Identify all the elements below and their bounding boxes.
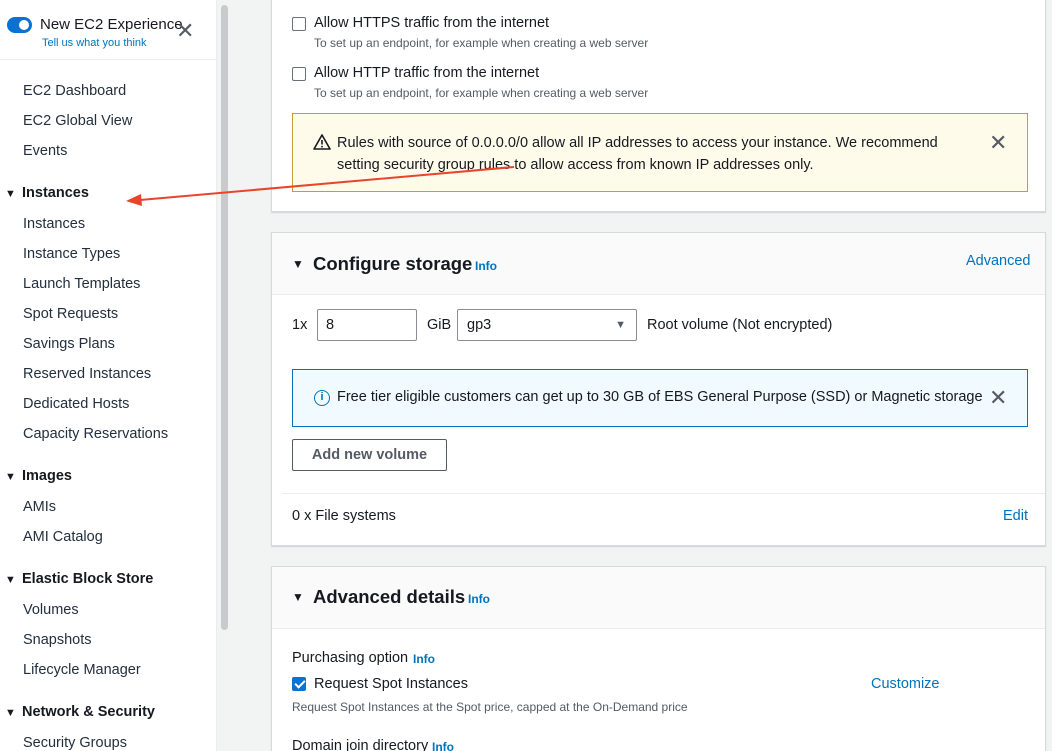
sidebar-item-events[interactable]: Events [23, 143, 67, 159]
allow-http-label: Allow HTTP traffic from the internet [314, 65, 540, 81]
sidebar-section-label: Images [22, 468, 72, 484]
caret-down-icon: ▼ [5, 471, 16, 483]
request-spot-checkbox[interactable] [292, 677, 306, 691]
domain-join-label: Domain join directory [292, 738, 429, 751]
advanced-details-title: Advanced details [313, 586, 466, 607]
allow-https-label: Allow HTTPS traffic from the internet [314, 15, 550, 31]
sidebar-section-label: Elastic Block Store [22, 571, 154, 587]
sidebar-nav: New EC2 Experience Tell us what you thin… [0, 0, 217, 751]
feedback-link[interactable]: Tell us what you think [42, 37, 147, 49]
caret-down-icon: ▼ [615, 319, 626, 331]
request-spot-label: Request Spot Instances [314, 676, 468, 692]
purchasing-option-label: Purchasing option [292, 650, 409, 666]
sidebar-item-security-groups[interactable]: Security Groups [23, 735, 127, 751]
storage-info-link[interactable]: Info [475, 259, 497, 273]
security-warning-text: Rules with source of 0.0.0.0/0 allow all… [337, 135, 938, 173]
sidebar-item-ami-catalog[interactable]: AMI Catalog [23, 529, 103, 545]
allow-http-checkbox[interactable] [292, 67, 306, 81]
sidebar-section-elastic-block-store[interactable]: ▼ Elastic Block Store [5, 571, 153, 587]
advanced-details-panel: ▼ Advanced details Info Purchasing optio… [271, 566, 1046, 751]
volume-type-select[interactable]: gp3 ▼ [457, 309, 637, 341]
close-icon[interactable]: ✕ [989, 132, 1007, 154]
sidebar-section-images[interactable]: ▼ Images [5, 468, 72, 484]
sidebar-item-amis[interactable]: AMIs [23, 499, 56, 515]
sidebar-item-volumes[interactable]: Volumes [23, 602, 79, 618]
caret-down-icon[interactable]: ▼ [292, 590, 304, 604]
caret-down-icon: ▼ [5, 574, 16, 586]
root-volume-label: Root volume (Not encrypted) [647, 317, 833, 333]
network-settings-panel: Allow HTTPS traffic from the internet To… [271, 0, 1046, 212]
sidebar-item-ec2-global-view[interactable]: EC2 Global View [23, 113, 132, 129]
sidebar-section-label: Instances [22, 185, 89, 201]
storage-advanced-link[interactable]: Advanced [966, 253, 1031, 269]
purchasing-info-link[interactable]: Info [413, 652, 435, 666]
close-icon[interactable]: ✕ [989, 387, 1007, 409]
sidebar-item-spot-requests[interactable]: Spot Requests [23, 306, 118, 322]
sidebar-section-instances[interactable]: ▼ Instances [5, 185, 89, 201]
free-tier-info-text: Free tier eligible customers can get up … [337, 389, 983, 405]
domain-info-link[interactable]: Info [432, 740, 454, 751]
info-circle-icon: i [314, 390, 330, 406]
new-experience-title: New EC2 Experience [40, 16, 183, 33]
add-new-volume-button[interactable]: Add new volume [292, 439, 447, 471]
volume-unit-label: GiB [427, 317, 452, 333]
allow-https-description: To set up an endpoint, for example when … [314, 36, 649, 50]
file-systems-edit-link[interactable]: Edit [1003, 508, 1028, 524]
volume-count-label: 1x [292, 317, 308, 333]
configure-storage-title: Configure storage [313, 253, 473, 274]
free-tier-info-alert: i Free tier eligible customers can get u… [292, 369, 1028, 427]
sidebar-item-savings-plans[interactable]: Savings Plans [23, 336, 115, 352]
divider [282, 493, 1045, 494]
request-spot-description: Request Spot Instances at the Spot price… [292, 700, 688, 714]
caret-down-icon[interactable]: ▼ [292, 257, 304, 271]
warning-icon [313, 134, 331, 150]
advanced-info-link[interactable]: Info [468, 592, 490, 606]
sidebar-item-ec2-dashboard[interactable]: EC2 Dashboard [23, 83, 126, 99]
configure-storage-panel: ▼ Configure storage Info Advanced 1x GiB… [271, 232, 1046, 546]
sidebar-item-launch-templates[interactable]: Launch Templates [23, 276, 140, 292]
sidebar-item-reserved-instances[interactable]: Reserved Instances [23, 366, 151, 382]
customize-link[interactable]: Customize [871, 676, 940, 692]
allow-http-description: To set up an endpoint, for example when … [314, 86, 649, 100]
sidebar-item-dedicated-hosts[interactable]: Dedicated Hosts [23, 396, 129, 412]
sidebar-section-label: Network & Security [22, 704, 155, 720]
file-systems-label: 0 x File systems [292, 508, 396, 524]
caret-down-icon: ▼ [5, 707, 16, 719]
sidebar-section-network-security[interactable]: ▼ Network & Security [5, 704, 155, 720]
close-icon[interactable]: ✕ [176, 20, 194, 42]
new-experience-toggle[interactable] [7, 17, 32, 33]
volume-type-value: gp3 [467, 317, 492, 333]
caret-down-icon: ▼ [5, 188, 16, 200]
sidebar-item-capacity-reservations[interactable]: Capacity Reservations [23, 426, 168, 442]
allow-https-checkbox[interactable] [292, 17, 306, 31]
sidebar-item-snapshots[interactable]: Snapshots [23, 632, 92, 648]
new-experience-header: New EC2 Experience Tell us what you thin… [0, 0, 216, 60]
volume-size-input[interactable] [317, 309, 417, 341]
sidebar-scrollbar-thumb[interactable] [221, 5, 228, 630]
sidebar-item-lifecycle-manager[interactable]: Lifecycle Manager [23, 662, 141, 678]
configure-storage-header[interactable]: ▼ Configure storage Info Advanced [272, 233, 1045, 295]
sidebar-item-instances[interactable]: Instances [23, 216, 85, 232]
advanced-details-header[interactable]: ▼ Advanced details Info [272, 567, 1045, 629]
sidebar-item-instance-types[interactable]: Instance Types [23, 246, 120, 262]
security-warning-alert: Rules with source of 0.0.0.0/0 allow all… [292, 113, 1028, 192]
